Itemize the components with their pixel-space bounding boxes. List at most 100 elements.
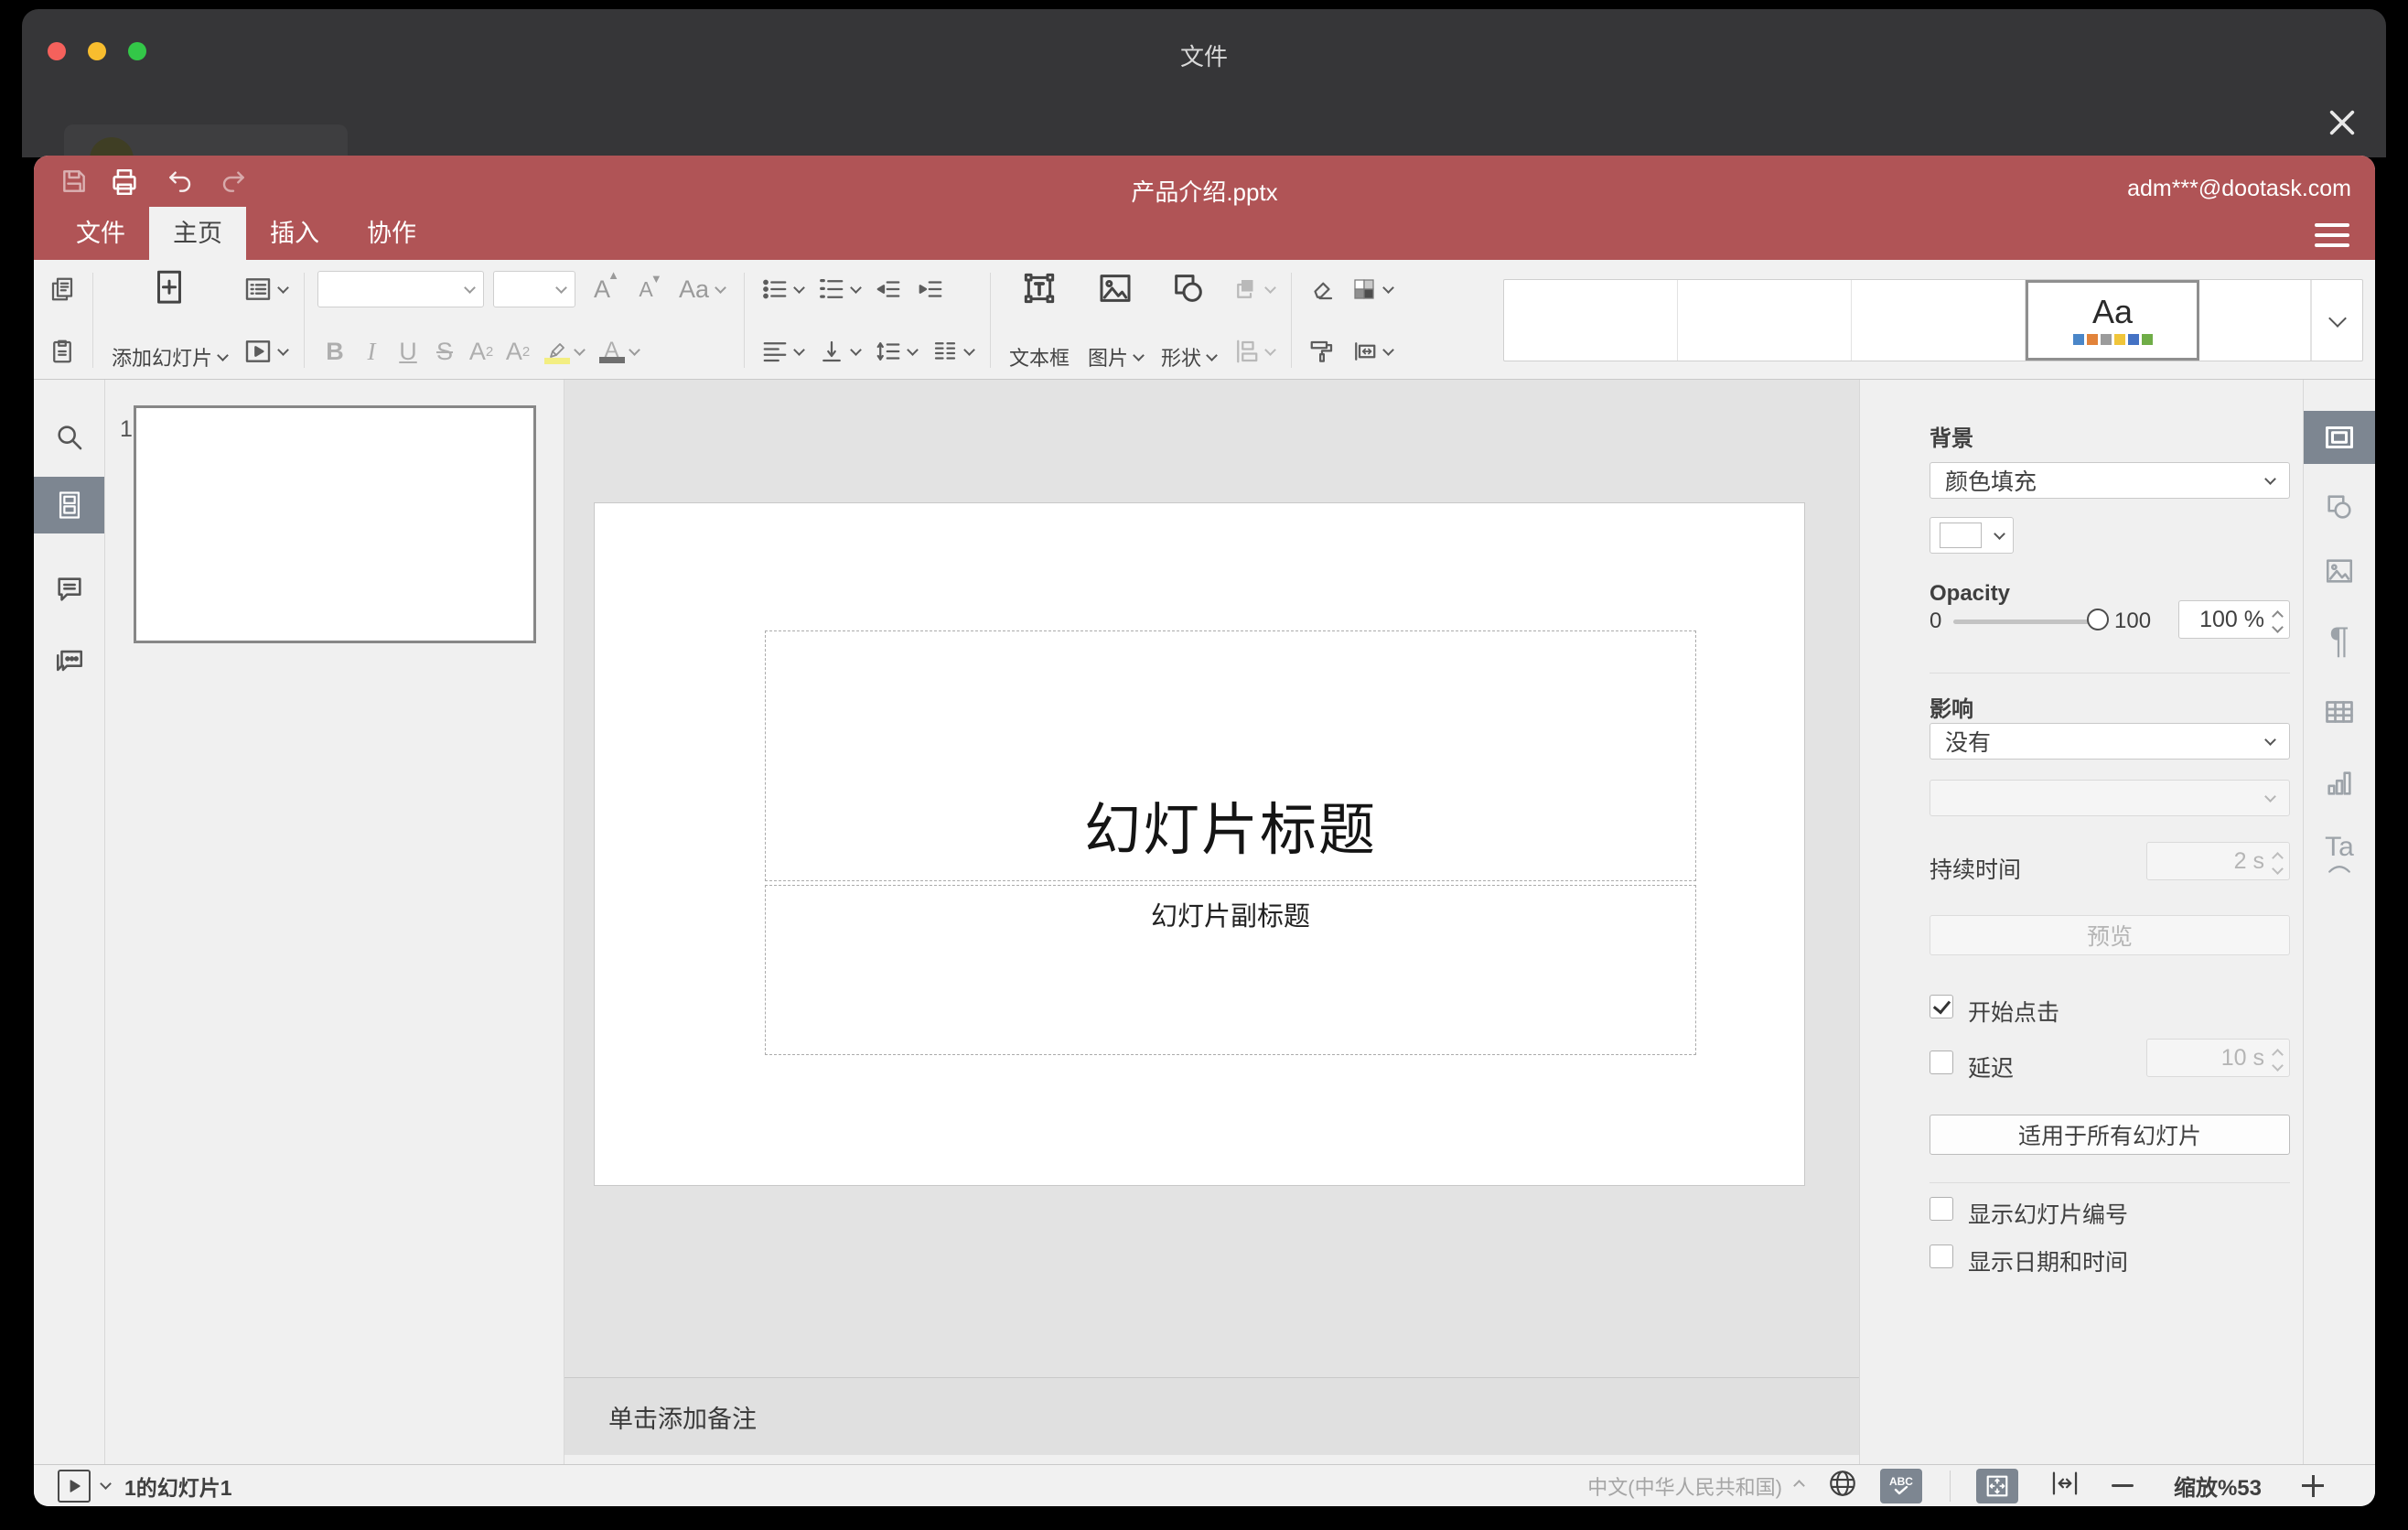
decrease-indent-icon: [876, 281, 900, 297]
zoom-in-button[interactable]: [2302, 1474, 2324, 1497]
comment-icon: [57, 577, 81, 601]
change-case-button[interactable]: Aa: [672, 269, 731, 309]
font-color-button[interactable]: A: [592, 331, 645, 372]
delay-checkbox[interactable]: [1930, 1051, 1953, 1074]
duration-spinner[interactable]: 2 s: [2146, 842, 2290, 880]
tab-file[interactable]: 文件: [52, 207, 149, 260]
highlight-color-button[interactable]: [537, 331, 590, 372]
start-slideshow-button[interactable]: [240, 331, 291, 372]
fit-to-width-button[interactable]: [2049, 1468, 2080, 1504]
slide-settings-tab[interactable]: [2304, 411, 2375, 464]
increase-indent-button[interactable]: [913, 269, 948, 309]
clear-style-button[interactable]: [1305, 269, 1339, 309]
paste-button[interactable]: [45, 331, 80, 372]
textbox-icon: [1024, 273, 1055, 304]
fit-to-slide-button[interactable]: [1975, 1468, 2018, 1503]
preview-button[interactable]: 预览: [1930, 915, 2290, 955]
effect-type-select[interactable]: [1930, 780, 2290, 816]
slide-title-placeholder[interactable]: 幻灯片标题: [765, 630, 1696, 881]
italic-button[interactable]: I: [354, 331, 389, 372]
insert-image-button[interactable]: 图片: [1082, 269, 1148, 372]
color-scheme-button[interactable]: [1347, 269, 1396, 309]
duration-value: 2 s: [2233, 847, 2264, 874]
bullets-button[interactable]: [758, 269, 807, 309]
notes-area[interactable]: 单击添加备注: [564, 1377, 1859, 1456]
search-button[interactable]: [34, 409, 104, 466]
theme-item-selected[interactable]: Aa: [2026, 280, 2199, 361]
add-slide-button[interactable]: 添加幻灯片: [106, 269, 232, 372]
shape-settings-icon: [2327, 495, 2351, 519]
slides-icon: [59, 491, 80, 519]
decrease-font-button[interactable]: A ▼: [629, 269, 663, 309]
line-spacing-button[interactable]: [871, 331, 920, 372]
slide-size-button[interactable]: [1347, 331, 1396, 372]
slide-subtitle-placeholder[interactable]: 幻灯片副标题: [765, 885, 1696, 1055]
background-fill-select[interactable]: 颜色填充: [1930, 462, 2290, 499]
copy-button[interactable]: [45, 269, 80, 309]
language-label[interactable]: 中文(中华人民共和国): [1587, 1471, 1782, 1501]
font-name-select[interactable]: [317, 271, 485, 307]
menu-button[interactable]: [2315, 223, 2349, 247]
bold-button[interactable]: B: [317, 331, 352, 372]
tab-collaboration[interactable]: 协作: [343, 207, 440, 260]
tab-home[interactable]: 主页: [149, 207, 246, 260]
subscript-button[interactable]: A2: [500, 331, 535, 372]
zoom-out-button[interactable]: [2111, 1484, 2134, 1487]
start-on-click-checkbox[interactable]: [1930, 995, 1953, 1018]
insert-textbox-button[interactable]: 文本框: [1004, 269, 1075, 372]
shape-settings-tab[interactable]: [2304, 480, 2375, 533]
shape-icon: [1175, 275, 1202, 302]
theme-item[interactable]: [1852, 280, 2026, 361]
slide-canvas[interactable]: 幻灯片标题 幻灯片副标题: [594, 502, 1805, 1186]
theme-item[interactable]: [2199, 280, 2311, 361]
show-slide-number-checkbox[interactable]: [1930, 1197, 1953, 1221]
chat-button[interactable]: [34, 632, 104, 689]
spellcheck-button[interactable]: ABC: [1879, 1468, 1922, 1503]
opacity-slider-track[interactable]: [1953, 620, 2098, 624]
increase-font-button[interactable]: A ▲: [585, 268, 619, 309]
numbering-button[interactable]: [814, 269, 864, 309]
tab-insert[interactable]: 插入: [246, 207, 343, 260]
add-slide-icon: [157, 270, 181, 304]
underline-button[interactable]: U: [391, 331, 425, 372]
image-settings-tab[interactable]: [2304, 544, 2375, 598]
insert-shape-button[interactable]: 形状: [1156, 269, 1221, 372]
align-left-icon: [763, 342, 787, 362]
font-size-select[interactable]: [493, 271, 576, 307]
opacity-spinner[interactable]: 100 %: [2178, 600, 2290, 639]
effect-select[interactable]: 没有: [1930, 723, 2290, 760]
horizontal-align-button[interactable]: [758, 331, 807, 372]
theme-gallery-expand-button[interactable]: [2311, 280, 2362, 361]
background-color-picker[interactable]: [1930, 517, 2014, 554]
textart-settings-tab[interactable]: Ta: [2304, 826, 2375, 879]
chart-settings-tab[interactable]: [2304, 757, 2375, 810]
theme-item[interactable]: [1504, 280, 1678, 361]
slide-thumbnail[interactable]: [134, 405, 536, 643]
decrease-indent-button[interactable]: [871, 269, 906, 309]
superscript-button[interactable]: A2: [464, 331, 499, 372]
comments-button[interactable]: [34, 561, 104, 618]
vertical-align-button[interactable]: [814, 331, 864, 372]
effect-value: 没有: [1945, 730, 1992, 756]
delay-spinner[interactable]: 10 s: [2146, 1039, 2290, 1077]
spellcheck-abc: ABC: [1888, 1474, 1913, 1488]
close-editor-button[interactable]: [2324, 104, 2360, 141]
columns-button[interactable]: [928, 331, 977, 372]
paragraph-settings-tab[interactable]: ¶: [2304, 614, 2375, 667]
show-date-time-checkbox[interactable]: [1930, 1244, 1953, 1268]
opacity-slider-knob[interactable]: [2087, 609, 2109, 630]
slides-panel-button[interactable]: [34, 477, 104, 533]
slideshow-options-chevron[interactable]: [100, 1478, 112, 1490]
set-language-button[interactable]: [1827, 1468, 1858, 1504]
fit-width-icon: [2052, 1471, 2078, 1494]
arrange-shape-button[interactable]: [1229, 269, 1278, 309]
copy-style-button[interactable]: [1305, 331, 1339, 372]
apply-to-all-slides-button[interactable]: 适用于所有幻灯片: [1930, 1115, 2290, 1155]
strikeout-button[interactable]: S: [427, 331, 462, 372]
slide-layout-button[interactable]: [240, 269, 291, 309]
theme-item[interactable]: [1678, 280, 1852, 361]
start-slideshow-status-button[interactable]: [58, 1469, 91, 1503]
align-shape-button[interactable]: [1229, 331, 1278, 372]
table-settings-tab[interactable]: [2304, 685, 2375, 738]
slide-thumbnail-number: 1: [120, 416, 133, 442]
